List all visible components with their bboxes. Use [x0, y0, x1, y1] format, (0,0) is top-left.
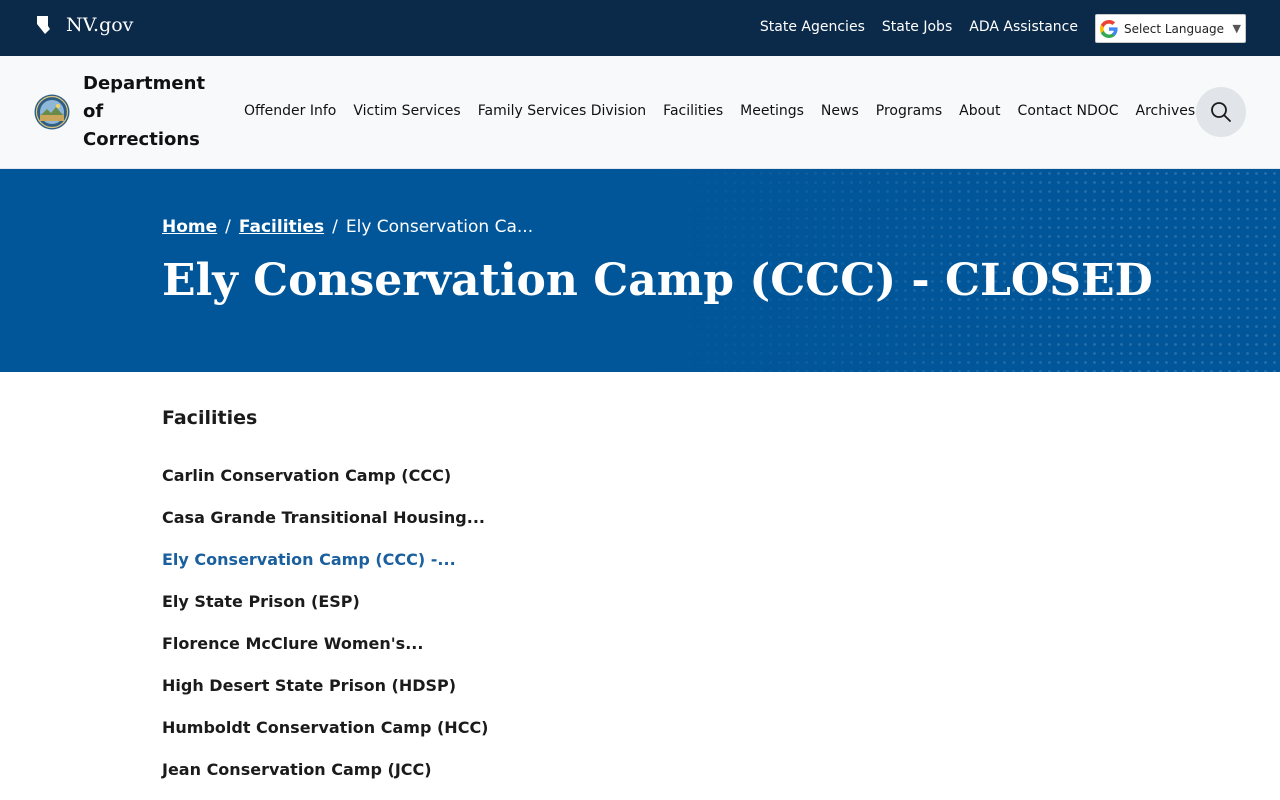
utility-links: State Agencies State Jobs ADA Assistance — [760, 19, 1078, 35]
page-title: Ely Conservation Camp (CCC) - CLOSED — [162, 255, 1153, 306]
nav-programs[interactable]: Programs — [876, 103, 942, 119]
breadcrumb-home-link[interactable]: Home — [162, 217, 217, 237]
search-button[interactable] — [1196, 87, 1246, 137]
dropdown-arrow-icon: ▼ — [1232, 22, 1241, 35]
facility-link[interactable]: Carlin Conservation Camp (CCC) — [162, 466, 489, 508]
nav-contact-ndoc[interactable]: Contact NDOC — [1018, 103, 1119, 119]
breadcrumb-facilities-link[interactable]: Facilities — [239, 217, 324, 237]
agency-name-line: of — [83, 101, 104, 122]
nav-facilities[interactable]: Facilities — [663, 103, 723, 119]
nav-family-services-division[interactable]: Family Services Division — [478, 103, 646, 119]
agency-name-line: Department — [83, 73, 206, 94]
breadcrumb-current: Ely Conservation Ca... — [345, 217, 534, 237]
top-utility-bar: NV.gov State Agencies State Jobs ADA Ass… — [0, 0, 1280, 56]
facilities-heading: Facilities — [162, 407, 258, 429]
agency-name-line: Corrections — [83, 129, 200, 150]
breadcrumb-separator: / — [225, 217, 231, 237]
facility-link[interactable]: High Desert State Prison (HDSP) — [162, 676, 489, 718]
nav-offender-info[interactable]: Offender Info — [244, 103, 336, 119]
language-label: Select Language — [1124, 21, 1225, 36]
nvgov-home-link[interactable]: NV.gov — [36, 14, 133, 36]
nav-meetings[interactable]: Meetings — [740, 103, 804, 119]
breadcrumb: Home / Facilities / Ely Conservation Ca.… — [162, 217, 533, 237]
state-seal-logo[interactable] — [34, 94, 70, 130]
google-icon — [1100, 19, 1118, 38]
agency-name[interactable]: Department of Corrections — [83, 70, 213, 154]
search-icon — [1211, 102, 1231, 122]
state-jobs-link[interactable]: State Jobs — [882, 19, 952, 35]
nevada-state-icon — [37, 16, 50, 34]
facility-link-active[interactable]: Ely Conservation Camp (CCC) -... — [162, 550, 489, 592]
facility-link[interactable]: Jean Conservation Camp (JCC) — [162, 760, 489, 800]
ada-assistance-link[interactable]: ADA Assistance — [969, 19, 1078, 35]
language-select[interactable]: Select Language ▼ — [1095, 14, 1246, 43]
site-header: Department of Corrections Offender Info … — [0, 56, 1280, 169]
facility-link[interactable]: Humboldt Conservation Camp (HCC) — [162, 718, 489, 760]
page-hero: Home / Facilities / Ely Conservation Ca.… — [0, 169, 1280, 372]
nav-news[interactable]: News — [821, 103, 859, 119]
nav-victim-services[interactable]: Victim Services — [353, 103, 460, 119]
facility-link[interactable]: Ely State Prison (ESP) — [162, 592, 489, 634]
facilities-list: Carlin Conservation Camp (CCC) Casa Gran… — [162, 466, 489, 800]
nav-archives[interactable]: Archives — [1136, 103, 1196, 119]
breadcrumb-separator: / — [332, 217, 338, 237]
state-agencies-link[interactable]: State Agencies — [760, 19, 865, 35]
main-navigation: Offender Info Victim Services Family Ser… — [244, 103, 1198, 119]
facility-link[interactable]: Casa Grande Transitional Housing... — [162, 508, 489, 550]
nvgov-label: NV.gov — [66, 14, 134, 36]
nav-about[interactable]: About — [959, 103, 1000, 119]
facility-link[interactable]: Florence McClure Women's... — [162, 634, 489, 676]
